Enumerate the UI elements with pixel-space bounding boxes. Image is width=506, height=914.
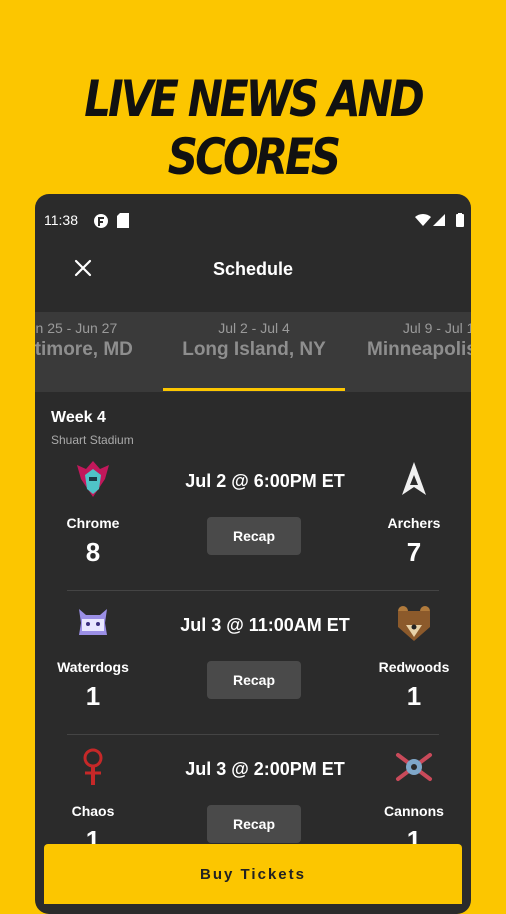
game-row: Chrome 8 Jul 2 @ 6:00PM ET Recap Archers… [35, 459, 471, 603]
tab-location: Minneapolis, MN [367, 339, 471, 360]
home-team: Waterdogs 1 [38, 603, 148, 712]
week-tabs: Jun 25 - Jun 27 Baltimore, MD Jul 2 - Ju… [35, 312, 471, 392]
tab-location: Baltimore, MD [35, 339, 133, 360]
tab-long-island[interactable]: Jul 2 - Jul 4 Long Island, NY [163, 312, 345, 390]
venue-name: Shuart Stadium [51, 433, 134, 447]
team-score: 1 [406, 681, 422, 711]
team-name: Chrome [66, 515, 120, 531]
recap-button[interactable]: Recap [207, 517, 301, 555]
status-time: 11:38 [44, 212, 78, 228]
team-name: Cannons [384, 803, 444, 819]
status-bar: 11:38 [35, 194, 471, 246]
game-row: Waterdogs 1 Jul 3 @ 11:00AM ET Recap Red… [35, 603, 471, 747]
away-team: Cannons 1 [359, 747, 469, 856]
battery-icon [456, 213, 464, 227]
game-time: Jul 2 @ 6:00PM ET [185, 471, 345, 491]
week-title: Week 4 [51, 409, 106, 426]
promo-headline: LIVE NEWS AND SCORES [84, 70, 424, 186]
away-team: Redwoods 1 [359, 603, 469, 712]
tab-minneapolis[interactable]: Jul 9 - Jul 11 Minneapolis, MN [357, 312, 471, 390]
recap-button[interactable]: Recap [207, 661, 301, 699]
game-time: Jul 3 @ 2:00PM ET [185, 759, 345, 779]
tab-location: Long Island, NY [182, 339, 326, 360]
team-name: Redwoods [378, 659, 450, 675]
tab-dates: Jul 2 - Jul 4 [218, 320, 290, 336]
buy-tickets-button[interactable]: Buy Tickets [44, 844, 462, 904]
team-score: 1 [85, 681, 101, 711]
recap-button[interactable]: Recap [207, 805, 301, 843]
home-team: Chrome 8 [38, 459, 148, 568]
cannons-logo-icon [396, 753, 432, 781]
chaos-logo-icon [83, 748, 103, 785]
away-team: Archers 7 [359, 459, 469, 568]
divider [67, 590, 439, 591]
sd-card-icon [117, 213, 129, 228]
waterdogs-logo-icon [79, 609, 107, 635]
tab-baltimore[interactable]: Jun 25 - Jun 27 Baltimore, MD [35, 312, 153, 390]
team-score: 7 [406, 537, 422, 567]
cell-signal-icon [433, 214, 445, 226]
tab-dates: Jul 9 - Jul 11 [402, 320, 471, 336]
chrome-logo-icon [77, 461, 109, 497]
team-name: Archers [387, 515, 441, 531]
home-team: Chaos 1 [38, 747, 148, 856]
wifi-icon [415, 213, 431, 226]
app-bar: Schedule [35, 246, 471, 294]
page-title: Schedule [212, 259, 294, 279]
tab-dates: Jun 25 - Jun 27 [35, 320, 118, 336]
selected-tab-indicator [163, 388, 345, 391]
team-name: Waterdogs [57, 659, 129, 675]
phone-screen: 11:38 Schedule Jun 25 - Jun 27 Baltimore… [35, 194, 471, 914]
game-time: Jul 3 @ 11:00AM ET [180, 615, 350, 635]
app-notification-icon [94, 214, 108, 228]
archers-logo-icon [402, 462, 426, 495]
redwoods-logo-icon [398, 606, 430, 641]
team-score: 8 [85, 537, 101, 567]
divider [67, 734, 439, 735]
team-name: Chaos [71, 803, 115, 819]
